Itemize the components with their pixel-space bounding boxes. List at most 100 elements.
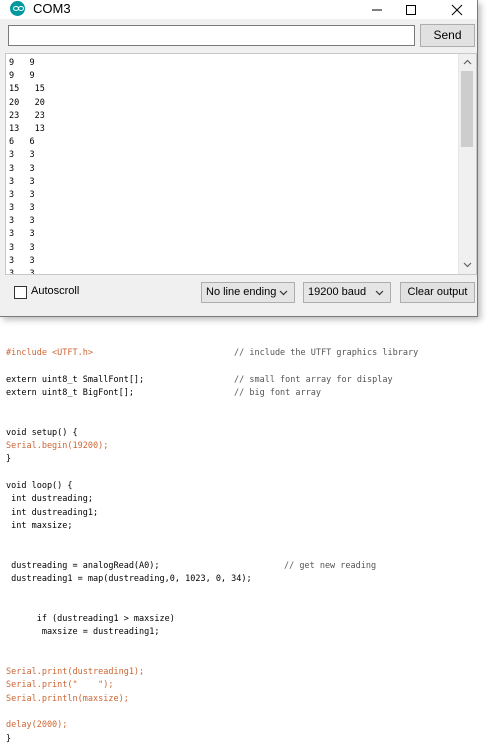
output-line: 3 3 (9, 255, 35, 266)
code-text: dustreading = analogRead(A0); (6, 560, 160, 571)
autoscroll-checkbox[interactable] (14, 286, 27, 299)
close-icon (451, 4, 463, 16)
code-line: Serial.println(maxsize); (6, 693, 252, 706)
serial-output[interactable]: 9 9 9 9 15 15 20 20 23 23 13 13 6 6 3 3 3 3 3 3 3 … (5, 53, 477, 275)
code-line: int dustreading1; (6, 507, 252, 520)
code-text: } (6, 733, 12, 744)
code-text: int dustreading; (6, 494, 93, 505)
maximize-icon (406, 5, 416, 15)
send-input[interactable] (8, 25, 415, 46)
code-listing: #include <UTFT.h> // include the UTFT gra… (6, 347, 418, 746)
clear-output-button[interactable]: Clear output (400, 282, 475, 303)
output-line: 9 9 (9, 58, 35, 68)
line-ending-select[interactable]: No line ending (201, 282, 295, 303)
output-line: 3 3 (9, 150, 35, 161)
output-lines: 9 9 9 9 15 15 20 20 23 23 13 13 6 6 3 3 3 3 3 3 3 … (9, 57, 45, 275)
autoscroll-label: Autoscroll (31, 285, 80, 297)
code-comment: // include the UTFT graphics library (234, 348, 419, 358)
code-line: void loop() { (6, 480, 252, 493)
code-line: maxsize = dustreading1; (6, 626, 252, 639)
minimize-button[interactable] (360, 0, 394, 19)
code-comment: // big font array (234, 387, 321, 398)
code-line: int maxsize; (6, 520, 252, 533)
output-line: 3 3 (9, 203, 35, 214)
chevron-down-icon (375, 290, 384, 296)
maximize-button[interactable] (394, 0, 428, 19)
code-text: Serial.print(" "); (6, 680, 114, 691)
code-text: Serial.begin(19200); (6, 441, 109, 452)
code-line: Serial.print(" "); (6, 679, 252, 692)
code-line: void setup() { (6, 427, 252, 440)
code-text: Serial.print(dustreading1); (6, 667, 145, 678)
baud-rate-value: 19200 baud (308, 286, 367, 298)
send-button[interactable]: Send (420, 24, 475, 47)
output-line: 20 20 (9, 97, 45, 108)
code-text: } (6, 454, 12, 465)
output-line: 3 3 (9, 229, 35, 240)
output-line: 3 3 (9, 269, 35, 275)
code-text: void loop() { (6, 480, 73, 491)
code-line: } (6, 733, 252, 746)
code-comment: // small font array for display (234, 374, 393, 385)
vertical-scrollbar[interactable] (458, 54, 476, 274)
scroll-thumb[interactable] (461, 71, 473, 147)
scroll-up-button[interactable] (459, 54, 476, 71)
code-line: delay(2000); (6, 719, 252, 732)
output-line: 23 23 (9, 110, 45, 121)
arduino-logo-icon (10, 1, 25, 16)
chevron-down-icon (279, 290, 288, 296)
output-line: 6 6 (9, 137, 35, 148)
code-line: Serial.begin(19200); (6, 440, 252, 453)
code-line: if (dustreading1 > maxsize) (6, 613, 252, 626)
minimize-icon (372, 9, 382, 11)
line-ending-value: No line ending (206, 286, 277, 298)
output-line: 3 3 (9, 176, 35, 187)
code-text: dustreading1 = map(dustreading,0, 1023, … (6, 574, 252, 585)
output-line: 3 3 (9, 216, 35, 227)
chevron-down-icon (463, 262, 472, 268)
code-line: Serial.print(dustreading1); (6, 666, 252, 679)
code-text: extern uint8_t BigFont[]; (6, 387, 134, 398)
chevron-up-icon (463, 59, 472, 65)
output-line: 13 13 (9, 123, 45, 134)
serial-monitor-window: COM3 Send 9 9 9 9 15 15 20 20 23 23 13 13 6 6 3… (0, 0, 478, 317)
title-bar: COM3 (0, 0, 477, 19)
code-text: delay(2000); (6, 720, 68, 731)
code-line: extern uint8_t BigFont[]; // big font arr… (6, 387, 321, 400)
code-line: dustreading = analogRead(A0); // get new … (6, 560, 376, 573)
code-line: #include <UTFT.h> // include the UTFT gra… (6, 347, 418, 360)
code-text: int maxsize; (6, 520, 73, 531)
code-line: } (6, 453, 252, 466)
code-line: int dustreading; (6, 493, 252, 506)
code-text: extern uint8_t SmallFont[]; (6, 374, 145, 385)
window-title: COM3 (33, 1, 71, 16)
code-text: if (dustreading1 > maxsize) (6, 613, 175, 624)
bottom-bar: Autoscroll No line ending 19200 baud Cle… (0, 277, 477, 315)
code-line: dustreading1 = map(dustreading,0, 1023, … (6, 573, 252, 586)
output-line: 3 3 (9, 163, 35, 174)
close-button[interactable] (440, 0, 474, 19)
scroll-down-button[interactable] (459, 257, 476, 274)
output-line: 15 15 (9, 84, 45, 95)
code-comment: // get new reading (284, 560, 377, 571)
code-text: int dustreading1; (6, 507, 99, 518)
output-line: 3 3 (9, 242, 35, 253)
output-line: 3 3 (9, 189, 35, 200)
code-text: maxsize = dustreading1; (6, 627, 160, 638)
code-text: #include <UTFT.h> (6, 348, 93, 358)
code-text: void setup() { (6, 427, 78, 438)
code-line: extern uint8_t SmallFont[]; // small font… (6, 374, 393, 387)
baud-rate-select[interactable]: 19200 baud (303, 282, 391, 303)
code-text: Serial.println(maxsize); (6, 693, 129, 704)
